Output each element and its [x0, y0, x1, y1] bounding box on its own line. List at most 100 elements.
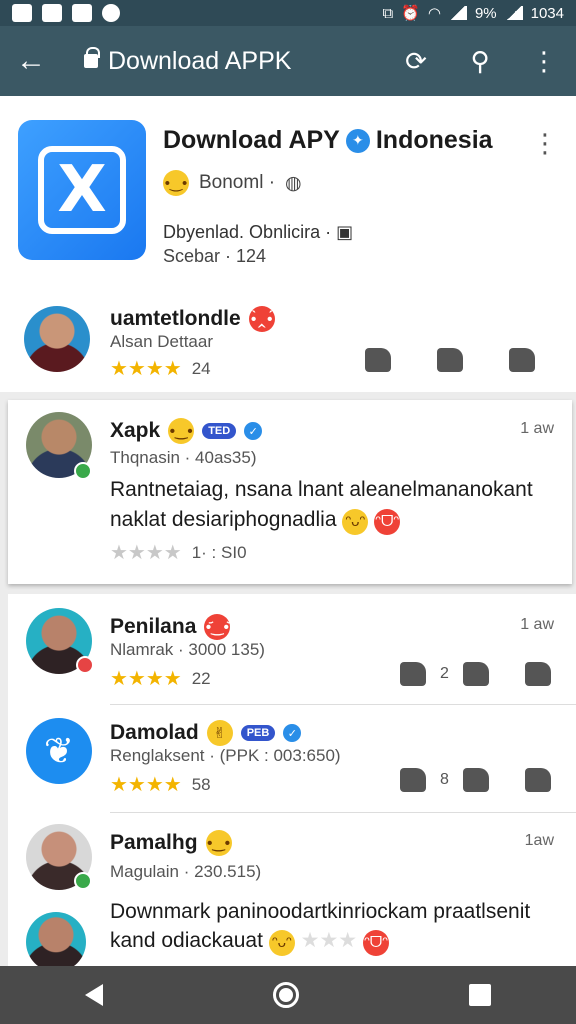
wifi-icon: ◠ — [427, 5, 441, 22]
review-text-line: naklat desiariphognadlia ᵔᴗᵔ ᵔᗜᵔ — [110, 508, 401, 535]
lock-icon — [84, 47, 100, 68]
rating-count: 58 — [191, 774, 211, 794]
nav-recents-icon[interactable] — [469, 984, 491, 1006]
review-actions — [365, 348, 535, 372]
image-icon: ▣ — [336, 222, 354, 242]
review-text: Downmark paninoodartkinriockam praatlsen… — [110, 900, 531, 923]
flag-icon[interactable] — [524, 662, 551, 686]
notification-icon — [102, 4, 120, 22]
face-emoji-icon: •᷄‿•᷅ — [204, 614, 231, 640]
alarm-icon: ⏰ — [401, 5, 420, 22]
reply-icon[interactable] — [400, 662, 426, 686]
verified-icon: ✓ — [283, 724, 302, 742]
app-more-icon[interactable]: ⋮ — [532, 128, 558, 159]
avatar[interactable]: ❦ — [26, 718, 92, 784]
app-meta: Dbyenlad. Obnlicira · ▣ — [163, 222, 353, 243]
reviewer-name: Penilana •᷄‿•᷅ — [110, 614, 231, 640]
reviewer-name: Damolad ✌ PEB ✓ — [110, 720, 302, 746]
reviewer-name-text: uamtetlondle — [110, 307, 241, 330]
reviewer-name: Pamalhg •‿• — [110, 830, 232, 856]
search-icon[interactable]: ⚲ — [448, 26, 512, 96]
notification-icon — [72, 4, 92, 22]
online-badge-icon — [74, 462, 92, 480]
star-rating: ★★★ — [300, 929, 358, 952]
star-rating: ★★★★ 22 — [110, 668, 211, 690]
online-badge-icon — [74, 872, 92, 890]
reviewer-name: Xapk •‿• TED ✓ — [110, 418, 263, 444]
review-meta: Renglaksent · (PPK : 003:650) — [110, 746, 341, 765]
review-meta: Magulain · 230.515) — [110, 862, 262, 881]
divider — [110, 704, 576, 705]
rating-count: 22 — [191, 668, 211, 688]
like-count: 8 — [440, 771, 449, 788]
battery-level: 9% — [474, 4, 497, 22]
face-emoji-icon: •‿• — [205, 830, 232, 856]
reviewer-name-text: Pamalhg — [110, 831, 198, 854]
review-text-line: kand odiackauat ᵔᴗᵔ ★★★ ᵔᗜᵔ — [110, 928, 389, 956]
review-actions: 2 — [400, 662, 551, 686]
globe-icon: ◍ — [285, 172, 302, 194]
signal-icon — [504, 6, 523, 20]
rating-count: 24 — [191, 358, 211, 378]
star-rating: ★★★★ 24 — [110, 358, 211, 380]
thumbs-up-icon[interactable] — [462, 768, 489, 792]
laugh-emoji-icon: ᵔᗜᵔ — [362, 929, 389, 956]
review-time: 1 aw — [520, 616, 554, 633]
thumbs-up-icon[interactable] — [462, 662, 489, 686]
app-bar: ← Download APPK ⟳ ⚲ ⋮ — [0, 26, 576, 96]
app-subtitle-text: Bonoml · — [199, 172, 276, 193]
grin-emoji-icon: ᵔᴗᵔ — [268, 929, 295, 956]
nav-home-icon[interactable] — [273, 982, 299, 1008]
reviewer-name: uamtetlondle •̀‸•́ — [110, 306, 275, 332]
page-title: Download APPK — [108, 46, 292, 75]
review-meta: Thqnasin · 40as35) — [110, 448, 257, 467]
review-time: 1aw — [524, 832, 554, 849]
app-meta-text: Dbyenlad. Obnlicira · — [163, 222, 332, 242]
reviewer-tag: PEB — [240, 725, 276, 741]
status-bar: ⧉ ⏰ ◠ 9% 1034 — [0, 0, 576, 26]
thumbs-down-icon[interactable] — [437, 348, 463, 372]
vibrate-icon: ⧉ — [382, 4, 394, 22]
signal-icon — [448, 6, 467, 20]
review-meta: Alsan Dettaar — [110, 332, 213, 351]
verified-icon: ✓ — [244, 422, 263, 440]
avatar[interactable] — [26, 912, 86, 972]
share-icon[interactable]: ⟳ — [384, 26, 448, 96]
reviewer-name-text: Xapk — [110, 419, 161, 442]
review-text: Rantnetaiag, nsana lnant aleanelmananoka… — [110, 478, 533, 501]
system-nav-bar — [0, 966, 576, 1024]
reviewer-name-text: Penilana — [110, 615, 197, 638]
review-text: kand odiackauat — [110, 929, 263, 952]
smile-emoji-icon: •‿• — [168, 418, 195, 444]
app-logo-icon[interactable]: X — [18, 120, 146, 260]
grin-emoji-icon: ᵔᴗᵔ — [342, 508, 369, 535]
rating-count: 1· : SI0 — [191, 542, 247, 562]
hand-emoji-icon: ✌ — [206, 720, 233, 746]
app-header-card: X Download APY ✦ Indonesia ⋮ •‿• Bonoml … — [0, 96, 576, 392]
flag-icon[interactable] — [524, 768, 551, 792]
review-meta: Nlamrak · 3000 135) — [110, 640, 265, 659]
reviewer-tag: TED — [202, 423, 237, 439]
review-text: naklat desiariphognadlia — [110, 508, 337, 531]
app-title-part: Download APY — [163, 126, 340, 154]
flag-icon[interactable] — [509, 348, 535, 372]
review-time: 1 aw — [520, 420, 554, 437]
nav-back-icon[interactable] — [85, 984, 103, 1006]
notification-icon — [42, 4, 62, 22]
app-meta: Scebar · 124 — [163, 246, 267, 266]
laugh-emoji-icon: ᵔᗜᵔ — [374, 508, 401, 535]
app-title-part: Indonesia — [375, 126, 493, 154]
like-count: 2 — [440, 665, 449, 682]
bird-icon: ❦ — [43, 730, 75, 771]
divider — [110, 812, 576, 813]
status-badge-icon — [76, 656, 94, 674]
app-title: Download APY ✦ Indonesia — [163, 126, 493, 155]
star-rating: ★★★★ 58 — [110, 774, 211, 796]
more-options-icon[interactable]: ⋮ — [512, 26, 576, 96]
star-rating: ★★★★ 1· : SI0 — [110, 542, 247, 564]
thumbs-up-icon[interactable] — [365, 348, 391, 372]
reply-icon[interactable] — [400, 768, 426, 792]
back-arrow-icon[interactable]: ← — [0, 26, 62, 96]
notification-icon — [12, 4, 32, 22]
avatar[interactable] — [24, 306, 90, 372]
